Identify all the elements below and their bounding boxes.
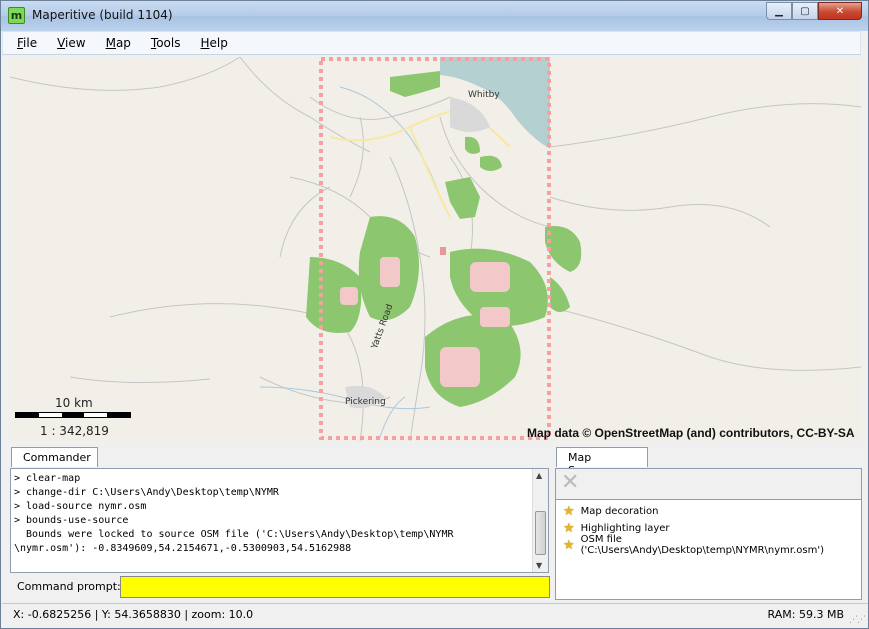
status-bar: X: -0.6825256 | Y: 54.3658830 | zoom: 10… <box>2 603 868 628</box>
map-view[interactable]: Whitby Yatts Road Pickering 10 km 1 : 34… <box>10 57 861 441</box>
menu-tools[interactable]: Tools <box>151 36 181 50</box>
scale-bar <box>15 412 131 418</box>
app-icon: m <box>8 7 25 24</box>
window-controls: ▁ ▢ ✕ <box>766 2 862 21</box>
source-label: Highlighting layer <box>580 522 670 534</box>
console-scrollbar[interactable]: ▲ ▼ <box>532 469 548 572</box>
scale-ratio: 1 : 342,819 <box>40 424 109 438</box>
sources-list: ★ Map decoration ★ Highlighting layer ★ … <box>556 499 861 599</box>
map-attribution: Map data © OpenStreetMap (and) contribut… <box>527 426 855 440</box>
tab-map-sources[interactable]: Map Sources <box>556 447 648 477</box>
sources-toolbar: ✕ <box>556 469 861 499</box>
status-ram: RAM: 59.3 MB <box>767 608 844 621</box>
command-prompt-input[interactable] <box>120 576 550 598</box>
menu-bar: File View Map Tools Help <box>2 31 861 55</box>
menu-help[interactable]: Help <box>201 36 228 50</box>
console-line: Bounds were locked to source OSM file ('… <box>14 529 454 540</box>
command-prompt-label: Command prompt: <box>17 580 121 593</box>
scroll-up-icon[interactable]: ▲ <box>536 471 542 480</box>
delete-source-icon[interactable]: ✕ <box>561 472 579 494</box>
console-line: > load-source nymr.osm <box>14 501 147 512</box>
minimize-button[interactable]: ▁ <box>766 2 792 20</box>
console-output: > clear-map > change-dir C:\Users\Andy\De… <box>14 472 454 556</box>
console-line: > bounds-use-source <box>14 515 129 526</box>
console-line: \nymr.osm'): -0.8349609,54.2154671,-0.53… <box>14 543 352 554</box>
title-bar[interactable]: m Maperitive (build 1104) ▁ ▢ ✕ <box>1 1 868 31</box>
menu-file[interactable]: File <box>17 36 37 50</box>
status-coordinates: X: -0.6825256 | Y: 54.3658830 | zoom: 10… <box>13 608 254 621</box>
app-window: m Maperitive (build 1104) ▁ ▢ ✕ File Vie… <box>0 0 869 629</box>
window-title: Maperitive (build 1104) <box>32 8 173 22</box>
scale-label: 10 km <box>55 396 93 410</box>
console-line: > clear-map <box>14 473 81 484</box>
commander-console[interactable]: > clear-map > change-dir C:\Users\Andy\De… <box>10 468 549 573</box>
menu-map[interactable]: Map <box>106 36 131 50</box>
source-label: OSM file ('C:\Users\Andy\Desktop\temp\NY… <box>580 534 824 556</box>
place-label-whitby: Whitby <box>468 90 500 100</box>
console-line: > change-dir C:\Users\Andy\Desktop\temp\… <box>14 487 279 498</box>
source-label: Map decoration <box>580 505 659 517</box>
resize-grip-icon[interactable]: ⋰⋰ <box>849 615 866 625</box>
scroll-thumb[interactable] <box>535 511 546 555</box>
menu-view[interactable]: View <box>57 36 85 50</box>
source-item[interactable]: ★ Map decoration <box>563 503 658 519</box>
star-icon: ★ <box>563 520 575 536</box>
map-sources-panel: ✕ ★ Map decoration ★ Highlighting layer … <box>555 468 862 600</box>
tab-commander[interactable]: Commander <box>11 447 98 467</box>
star-icon: ★ <box>563 503 575 519</box>
maximize-button[interactable]: ▢ <box>792 2 818 20</box>
close-button[interactable]: ✕ <box>818 2 862 20</box>
scroll-down-icon[interactable]: ▼ <box>536 561 542 570</box>
star-icon: ★ <box>563 537 575 553</box>
place-label-pickering: Pickering <box>345 397 386 407</box>
map-canvas <box>10 57 861 441</box>
source-item[interactable]: ★ OSM file ('C:\Users\Andy\Desktop\temp\… <box>563 534 861 556</box>
